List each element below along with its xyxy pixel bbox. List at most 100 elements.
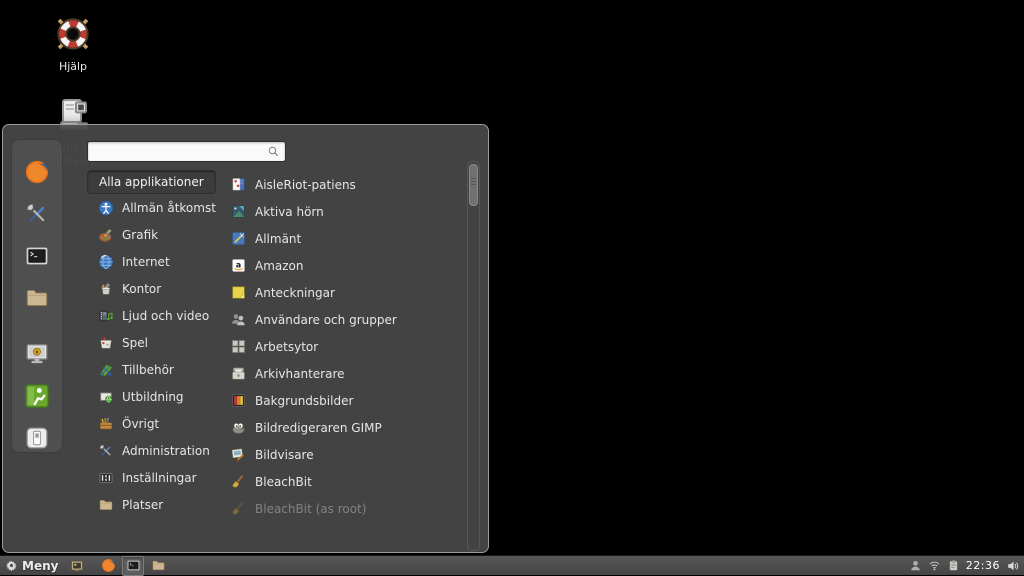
category-label: Grafik (122, 228, 158, 242)
application-label: Arkivhanterare (255, 367, 345, 381)
menu-button-label: Meny (22, 559, 58, 573)
volume-icon[interactable] (1006, 559, 1020, 573)
lifesaver-icon (53, 14, 93, 54)
category-item[interactable]: Platser (87, 491, 225, 518)
taskbar-launcher-terminal-window[interactable] (122, 556, 144, 576)
settings-icon (98, 470, 114, 486)
application-item[interactable]: Bakgrundsbilder (225, 387, 455, 414)
users-icon (230, 311, 247, 328)
category-item[interactable]: Grafik (87, 221, 225, 248)
category-item[interactable]: Spel (87, 329, 225, 356)
sidebar-button-files-favorite[interactable] (23, 284, 51, 312)
app-list-scrollbar[interactable] (467, 161, 480, 551)
workspaces-icon (230, 338, 247, 355)
corners-icon (230, 203, 247, 220)
application-label: Amazon (255, 259, 304, 273)
sidebar-button-shutdown[interactable] (23, 424, 51, 452)
category-label: Administration (122, 444, 210, 458)
application-item[interactable]: Bildvisare (225, 441, 455, 468)
category-list: Alla applikationer Allmän åtkomst Grafik In… (87, 170, 225, 518)
category-item[interactable]: Övrigt (87, 410, 225, 437)
application-label: Bildvisare (255, 448, 314, 462)
application-label: BleachBit (255, 475, 312, 489)
sidebar-button-lock-screen[interactable] (23, 340, 51, 368)
clock[interactable]: 22:36 (966, 559, 1000, 572)
sidebar-button-tools-favorite[interactable] (23, 200, 51, 228)
desktop: Hjälp Länk till Nätverk Alla applikation… (0, 0, 1024, 575)
category-item[interactable]: Allmän åtkomst (87, 194, 225, 221)
user-tray-icon[interactable] (909, 559, 922, 572)
games-icon (98, 335, 114, 351)
category-item[interactable]: Ljud och video (87, 302, 225, 329)
wand-icon (230, 230, 247, 247)
application-label: Aktiva hörn (255, 205, 324, 219)
category-item[interactable]: Tillbehör (87, 356, 225, 383)
application-label: Anteckningar (255, 286, 335, 300)
scrollbar-thumb[interactable] (469, 164, 478, 206)
sidebar-button-logout[interactable] (23, 382, 51, 410)
application-item[interactable]: Anteckningar (225, 279, 455, 306)
search-icon (267, 145, 280, 158)
category-item[interactable]: Kontor (87, 275, 225, 302)
tools-icon (24, 201, 50, 227)
graphics-icon (98, 227, 114, 243)
sound-video-icon (98, 308, 114, 324)
application-label: Allmänt (255, 232, 301, 246)
gear-icon (5, 559, 18, 572)
category-label: Platser (122, 498, 163, 512)
search-input[interactable] (88, 145, 267, 159)
category-item[interactable]: Administration (87, 437, 225, 464)
application-item[interactable]: BleachBit (225, 468, 455, 495)
application-item[interactable]: ♥♥AisleRiot-patiens (225, 171, 455, 198)
system-tray: 22:36 (909, 559, 1024, 573)
internet-icon (98, 254, 114, 270)
category-item[interactable]: Inställningar (87, 464, 225, 491)
application-item[interactable]: BleachBit (as root) (225, 495, 455, 522)
desktop-icon-help[interactable]: Hjälp (35, 14, 111, 73)
taskbar-launcher-files-window[interactable] (148, 557, 168, 575)
lockscreen-icon (24, 341, 50, 367)
category-item-selected[interactable]: Alla applikationer (87, 170, 216, 194)
window-list (98, 556, 168, 576)
bleachbit-icon (230, 473, 247, 490)
menu-favorites-sidebar (11, 139, 63, 453)
application-item[interactable]: Allmänt (225, 225, 455, 252)
shutdown-icon (24, 425, 50, 451)
sidebar-button-terminal-favorite[interactable] (23, 242, 51, 270)
category-item[interactable]: Internet (87, 248, 225, 275)
category-label: Övrigt (122, 417, 159, 431)
category-label: Utbildning (122, 390, 184, 404)
terminal-icon (24, 243, 50, 269)
sidebar-button-firefox-favorite[interactable] (23, 158, 51, 186)
application-item[interactable]: Aktiva hörn (225, 198, 455, 225)
application-item[interactable]: Användare och grupper (225, 306, 455, 333)
cards-icon: ♥♥ (230, 176, 247, 193)
sticky-note-icon (230, 284, 247, 301)
taskbar-launcher-firefox-window[interactable] (98, 557, 118, 575)
category-label: Internet (122, 255, 170, 269)
image-viewer-icon (230, 446, 247, 463)
category-label: Allmän åtkomst (122, 201, 216, 215)
application-item[interactable]: Arbetsytor (225, 333, 455, 360)
clipboard-tray-icon[interactable] (947, 559, 960, 572)
application-item[interactable]: aAmazon (225, 252, 455, 279)
places-folder-icon (98, 497, 114, 513)
menu-button[interactable]: Meny (0, 556, 64, 575)
category-label: Kontor (122, 282, 161, 296)
category-label: Tillbehör (122, 363, 174, 377)
mint-menu-panel: Alla applikationer Allmän åtkomst Grafik In… (2, 124, 489, 553)
network-tray-icon[interactable] (928, 559, 941, 572)
application-label: Bildredigeraren GIMP (255, 421, 382, 435)
wallpaper-icon (230, 392, 247, 409)
folder-icon (24, 285, 50, 311)
education-icon (98, 389, 114, 405)
application-item[interactable]: Bildredigeraren GIMP (225, 414, 455, 441)
category-item[interactable]: Utbildning (87, 383, 225, 410)
terminal-icon (126, 558, 141, 573)
logout-icon (24, 383, 50, 409)
application-list: ♥♥AisleRiot-patiens Aktiva hörn Allmänt aAm… (225, 171, 455, 522)
desktop-icon-label: Hjälp (35, 60, 111, 73)
archive-icon (230, 365, 247, 382)
application-item[interactable]: Arkivhanterare (225, 360, 455, 387)
show-desktop-icon[interactable] (70, 559, 84, 573)
